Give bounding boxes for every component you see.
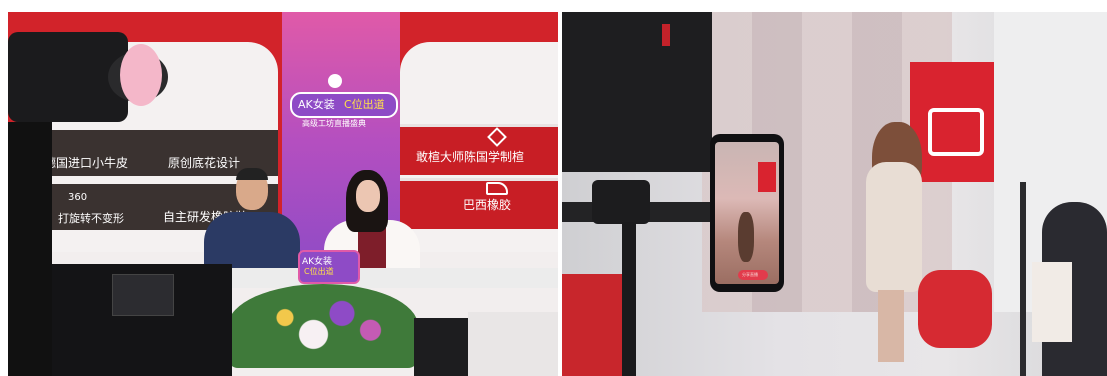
male-host-hair <box>236 168 268 180</box>
flower-bouquet <box>228 284 418 368</box>
desk <box>218 268 558 288</box>
equipment-box <box>112 274 174 316</box>
seated-person-skin <box>1032 262 1072 342</box>
pink-microphone <box>120 44 162 106</box>
stool <box>414 318 474 376</box>
tripod-clamp-block <box>592 180 650 224</box>
panel-text-row1-right: 原创底花设计 <box>168 156 241 170</box>
model-body <box>866 162 922 292</box>
brand-logo-icon <box>928 108 984 156</box>
female-host-face <box>356 180 380 212</box>
camera-rig-left <box>8 122 52 376</box>
panel-text-row2-left-number: 360 <box>68 192 88 203</box>
stage-sign-subtitle: 高级工坊直播盛典 <box>302 119 366 128</box>
stage-sign-title-2: C位出道 <box>344 98 385 111</box>
male-host-body <box>204 212 300 272</box>
phone-share-button-label: 分享直播 <box>742 272 758 277</box>
livestream-studio-photo: 德国进口小牛皮 原创底花设计 360 打旋转不变形 自主研发橡胶鞋 敢楦大师陈国… <box>8 12 558 376</box>
phone-screen-model <box>738 212 754 262</box>
red-panel-text-row1: 敢楦大师陈国学制楦 <box>416 150 525 164</box>
model-legs <box>878 290 904 362</box>
play-icon <box>328 74 342 88</box>
tripod-pole <box>622 222 636 376</box>
floor <box>468 312 558 376</box>
shoe-icon <box>486 182 508 195</box>
phone-screen-red-banner <box>758 162 776 192</box>
panel-text-row2-left: 打旋转不变形 <box>58 212 124 225</box>
panel-text-row1-left: 德国进口小牛皮 <box>44 156 129 170</box>
phone-filming-photo: 分享直播 <box>562 12 1107 376</box>
stage-sign-title-1: AK女装 <box>298 98 335 111</box>
red-panel-text-row2: 巴西橡胶 <box>463 198 512 212</box>
red-dice-balloon <box>918 270 992 348</box>
softbox-tab <box>662 24 670 46</box>
light-stand <box>1020 182 1026 376</box>
desk-sign-line2: C位出道 <box>304 267 334 276</box>
softbox-light <box>562 12 712 172</box>
